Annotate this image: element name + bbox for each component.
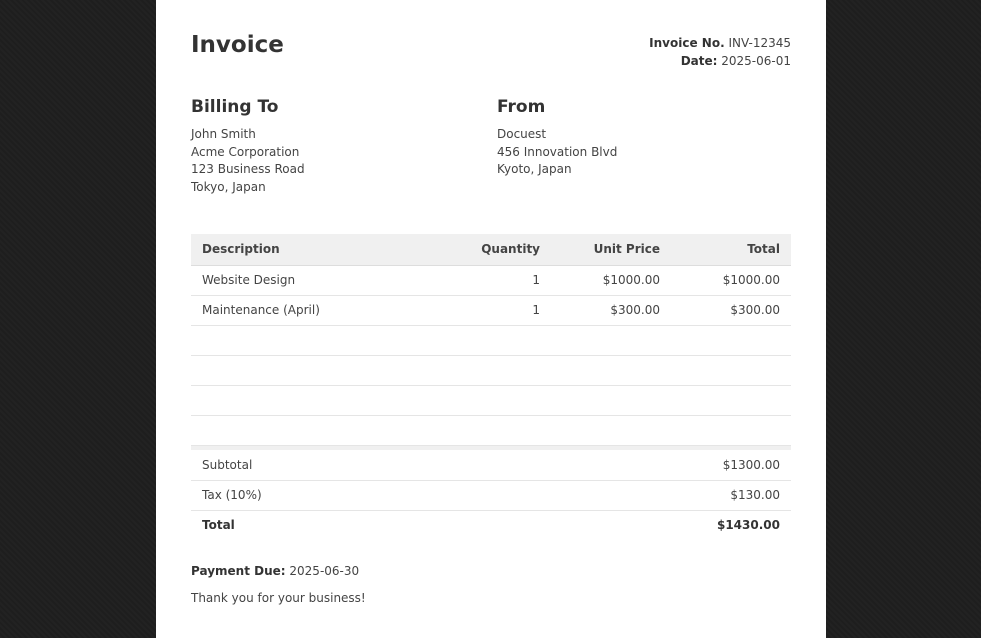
item-unit-price: $300.00 bbox=[551, 295, 671, 326]
item-unit-price bbox=[551, 325, 671, 356]
item-total bbox=[671, 415, 791, 446]
item-quantity bbox=[431, 325, 551, 356]
item-description bbox=[191, 385, 431, 416]
item-quantity bbox=[431, 385, 551, 416]
invoice-number-label: Invoice No. bbox=[649, 36, 725, 50]
item-description: Website Design bbox=[191, 265, 431, 296]
invoice-number-row: Invoice No. INV-12345 bbox=[649, 35, 791, 53]
from-line: Kyoto, Japan bbox=[497, 162, 572, 177]
item-quantity bbox=[431, 355, 551, 386]
item-description bbox=[191, 325, 431, 356]
subtotal-label: Subtotal bbox=[191, 450, 485, 481]
totals-table: Subtotal $1300.00 Tax (10%) $130.00 Tota… bbox=[191, 450, 791, 540]
item-description bbox=[191, 415, 431, 446]
from-line: 456 Innovation Blvd bbox=[497, 144, 618, 159]
payment-due-label: Payment Due: bbox=[191, 564, 286, 578]
header-description: Description bbox=[191, 234, 431, 266]
item-total: $300.00 bbox=[671, 295, 791, 326]
payment-due: Payment Due: 2025-06-30 bbox=[191, 564, 791, 578]
invoice-date-label: Date: bbox=[680, 53, 718, 68]
billing-to-line: Tokyo, Japan bbox=[191, 180, 266, 195]
item-total bbox=[671, 325, 791, 356]
item-description bbox=[191, 355, 431, 386]
grand-total-value: $1430.00 bbox=[484, 509, 791, 540]
billing-to-line: 123 Business Road bbox=[191, 162, 305, 177]
items-header-row: Description Quantity Unit Price Total bbox=[191, 234, 791, 266]
table-row bbox=[191, 355, 791, 386]
header-quantity: Quantity bbox=[431, 234, 551, 266]
items-table: Description Quantity Unit Price Total We… bbox=[191, 234, 791, 450]
item-total bbox=[671, 385, 791, 416]
thank-you-note: Thank you for your business! bbox=[191, 591, 366, 605]
item-description: Maintenance (April) bbox=[191, 295, 431, 326]
table-row: Maintenance (April) 1 $300.00 $300.00 bbox=[191, 295, 791, 326]
grand-total-label: Total bbox=[191, 509, 485, 540]
invoice-date-row: Date: 2025-06-01 bbox=[649, 53, 791, 71]
from-block: From Docuest 456 Innovation Blvd Kyoto, … bbox=[497, 97, 617, 179]
from-line: Docuest bbox=[497, 127, 547, 141]
header-total: Total bbox=[671, 234, 791, 266]
table-row bbox=[191, 415, 791, 446]
tax-value: $130.00 bbox=[484, 480, 791, 511]
item-total bbox=[671, 355, 791, 386]
subtotal-row: Subtotal $1300.00 bbox=[191, 450, 791, 481]
item-quantity: 1 bbox=[431, 265, 551, 296]
billing-to-block: Billing To John Smith Acme Corporation 1… bbox=[191, 97, 305, 197]
invoice-footer: Payment Due: 2025-06-30 Thank you for yo… bbox=[191, 564, 791, 605]
table-row bbox=[191, 385, 791, 416]
invoice-meta: Invoice No. INV-12345 Date: 2025-06-01 bbox=[649, 35, 791, 70]
table-row: Website Design 1 $1000.00 $1000.00 bbox=[191, 265, 791, 296]
table-row bbox=[191, 325, 791, 356]
item-quantity bbox=[431, 415, 551, 446]
grand-total-row: Total $1430.00 bbox=[191, 509, 791, 540]
item-unit-price bbox=[551, 355, 671, 386]
tax-label: Tax (10%) bbox=[191, 480, 485, 511]
payment-due-date: 2025-06-30 bbox=[289, 564, 360, 578]
billing-to-heading: Billing To bbox=[191, 97, 279, 117]
from-heading: From bbox=[497, 97, 546, 117]
billing-to-line: John Smith bbox=[191, 127, 256, 141]
invoice-header: Invoice Invoice No. INV-12345 Date: 2025… bbox=[191, 0, 791, 97]
item-quantity: 1 bbox=[431, 295, 551, 326]
parties-section: Billing To John Smith Acme Corporation 1… bbox=[191, 97, 791, 234]
subtotal-value: $1300.00 bbox=[484, 450, 791, 481]
item-unit-price bbox=[551, 415, 671, 446]
item-unit-price: $1000.00 bbox=[551, 265, 671, 296]
billing-to-line: Acme Corporation bbox=[191, 144, 300, 159]
invoice-title: Invoice bbox=[191, 32, 284, 58]
item-unit-price bbox=[551, 385, 671, 416]
header-unit-price: Unit Price bbox=[551, 234, 671, 266]
invoice-date: 2025-06-01 bbox=[721, 53, 791, 68]
tax-row: Tax (10%) $130.00 bbox=[191, 480, 791, 511]
invoice-page: Invoice Invoice No. INV-12345 Date: 2025… bbox=[156, 0, 826, 638]
item-total: $1000.00 bbox=[671, 265, 791, 296]
invoice-number: INV-12345 bbox=[728, 36, 791, 50]
